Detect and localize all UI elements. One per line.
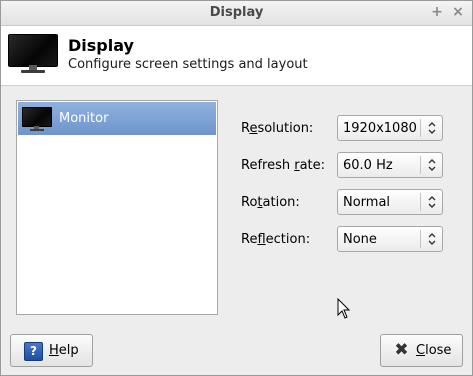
close-button-label: Close	[416, 343, 452, 358]
help-button[interactable]: ? Help	[10, 334, 93, 367]
rotation-value: Normal	[343, 195, 391, 210]
refresh-rate-value: 60.0 Hz	[343, 158, 393, 173]
refresh-rate-label: Refresh rate:	[241, 158, 326, 173]
monitor-list-item-label: Monitor	[59, 111, 109, 126]
close-window-button[interactable]: ×	[451, 4, 465, 20]
close-icon: ✖	[394, 340, 409, 360]
resolution-label: Resolution:	[241, 121, 314, 136]
window-title: Display	[209, 5, 264, 20]
updown-arrows-icon	[428, 122, 436, 134]
reflection-value: None	[343, 232, 377, 247]
help-button-label: Help	[49, 343, 79, 358]
maximize-button[interactable]: +	[430, 4, 444, 20]
updown-arrows-icon	[428, 159, 436, 171]
display-dialog: Display + × Display Configure screen set…	[0, 0, 473, 376]
header-title: Display	[68, 36, 134, 55]
refresh-rate-select[interactable]: 60.0 Hz	[337, 152, 443, 178]
rotation-label: Rotation:	[241, 195, 300, 210]
monitor-icon	[22, 107, 52, 131]
header-subtitle: Configure screen settings and layout	[68, 57, 308, 72]
monitor-list[interactable]: Monitor	[16, 100, 218, 315]
updown-arrows-icon	[428, 233, 436, 245]
close-button[interactable]: ✖ Close	[380, 334, 463, 367]
reflection-label: Reflection:	[241, 232, 311, 247]
dialog-header: Display Configure screen settings and la…	[1, 26, 472, 86]
rotation-select[interactable]: Normal	[337, 189, 443, 215]
help-icon: ?	[24, 342, 43, 361]
monitor-icon	[8, 34, 58, 73]
reflection-select[interactable]: None	[337, 226, 443, 252]
resolution-select[interactable]: 1920x1080	[337, 115, 443, 141]
title-bar[interactable]: Display + ×	[1, 1, 472, 26]
resolution-value: 1920x1080	[343, 121, 417, 136]
mouse-pointer-icon	[337, 298, 351, 319]
updown-arrows-icon	[428, 196, 436, 208]
monitor-list-item[interactable]: Monitor	[18, 102, 216, 135]
